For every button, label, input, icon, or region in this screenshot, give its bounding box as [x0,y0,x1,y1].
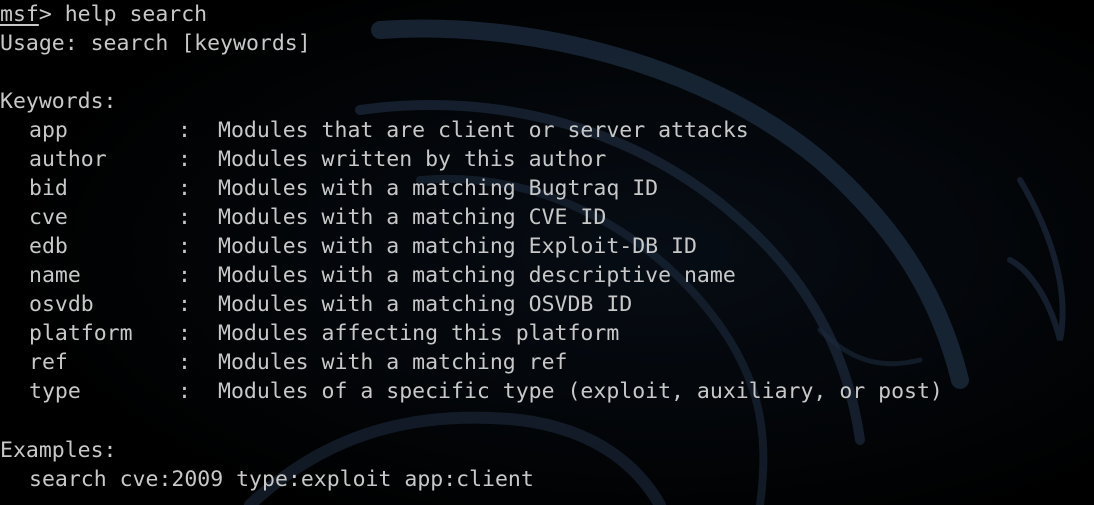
keyword-separator: : [178,176,191,201]
keyword-name: cve [29,205,68,230]
keyword-row: name : Modules with a matching descripti… [29,261,1089,290]
keyword-description: Modules with a matching Exploit-DB ID [218,234,697,259]
keyword-description: Modules with a matching ref [218,350,568,375]
keyword-row: author : Modules written by this author [29,145,1089,174]
keyword-row: cve : Modules with a matching CVE ID [29,203,1089,232]
terminal-output: msf> help search Usage: search [keywords… [0,0,1094,505]
keyword-row: app : Modules that are client or server … [29,116,1089,145]
keyword-row: type : Modules of a specific type (explo… [29,377,1089,406]
keyword-description: Modules with a matching descriptive name [218,263,736,288]
keyword-row: bid : Modules with a matching Bugtraq ID [29,174,1089,203]
command-text: help search [51,2,208,27]
keyword-description: Modules of a specific type (exploit, aux… [218,379,943,404]
keyword-separator: : [178,321,191,346]
keywords-heading: Keywords: [0,89,117,114]
keyword-name: type [29,379,81,404]
keyword-separator: : [178,234,191,259]
keyword-name: ref [29,350,68,375]
keyword-separator: : [178,379,191,404]
example-command: search cve:2009 type:exploit app:client [29,467,534,492]
keyword-name: bid [29,176,68,201]
keyword-description: Modules that are client or server attack… [218,118,749,143]
keyword-separator: : [178,118,191,143]
keyword-description: Modules affecting this platform [218,321,620,346]
keyword-description: Modules with a matching CVE ID [218,205,607,230]
prompt-line: msf> help search [0,0,207,29]
keyword-name: author [29,147,107,172]
keyword-separator: : [178,350,191,375]
keyword-row: edb : Modules with a matching Exploit-DB… [29,232,1089,261]
keyword-row: ref : Modules with a matching ref [29,348,1089,377]
keyword-row: osvdb : Modules with a matching OSVDB ID [29,290,1089,319]
keyword-separator: : [178,263,191,288]
keyword-description: Modules with a matching OSVDB ID [218,292,633,317]
keyword-separator: : [178,147,191,172]
keyword-description: Modules with a matching Bugtraq ID [218,176,659,201]
examples-heading: Examples: [0,438,117,463]
keyword-name: app [29,118,68,143]
keyword-name: edb [29,234,68,259]
keyword-separator: : [178,292,191,317]
prompt-symbol: > [38,2,52,27]
msf-prompt: msf [0,2,39,27]
terminal-window[interactable]: msf> help search Usage: search [keywords… [0,0,1094,505]
keyword-description: Modules written by this author [218,147,607,172]
keyword-name: osvdb [29,292,94,317]
keyword-separator: : [178,205,191,230]
keyword-name: platform [29,321,133,346]
usage-line: Usage: search [keywords] [0,31,311,56]
keyword-row: platform : Modules affecting this platfo… [29,319,1089,348]
keyword-name: name [29,263,81,288]
